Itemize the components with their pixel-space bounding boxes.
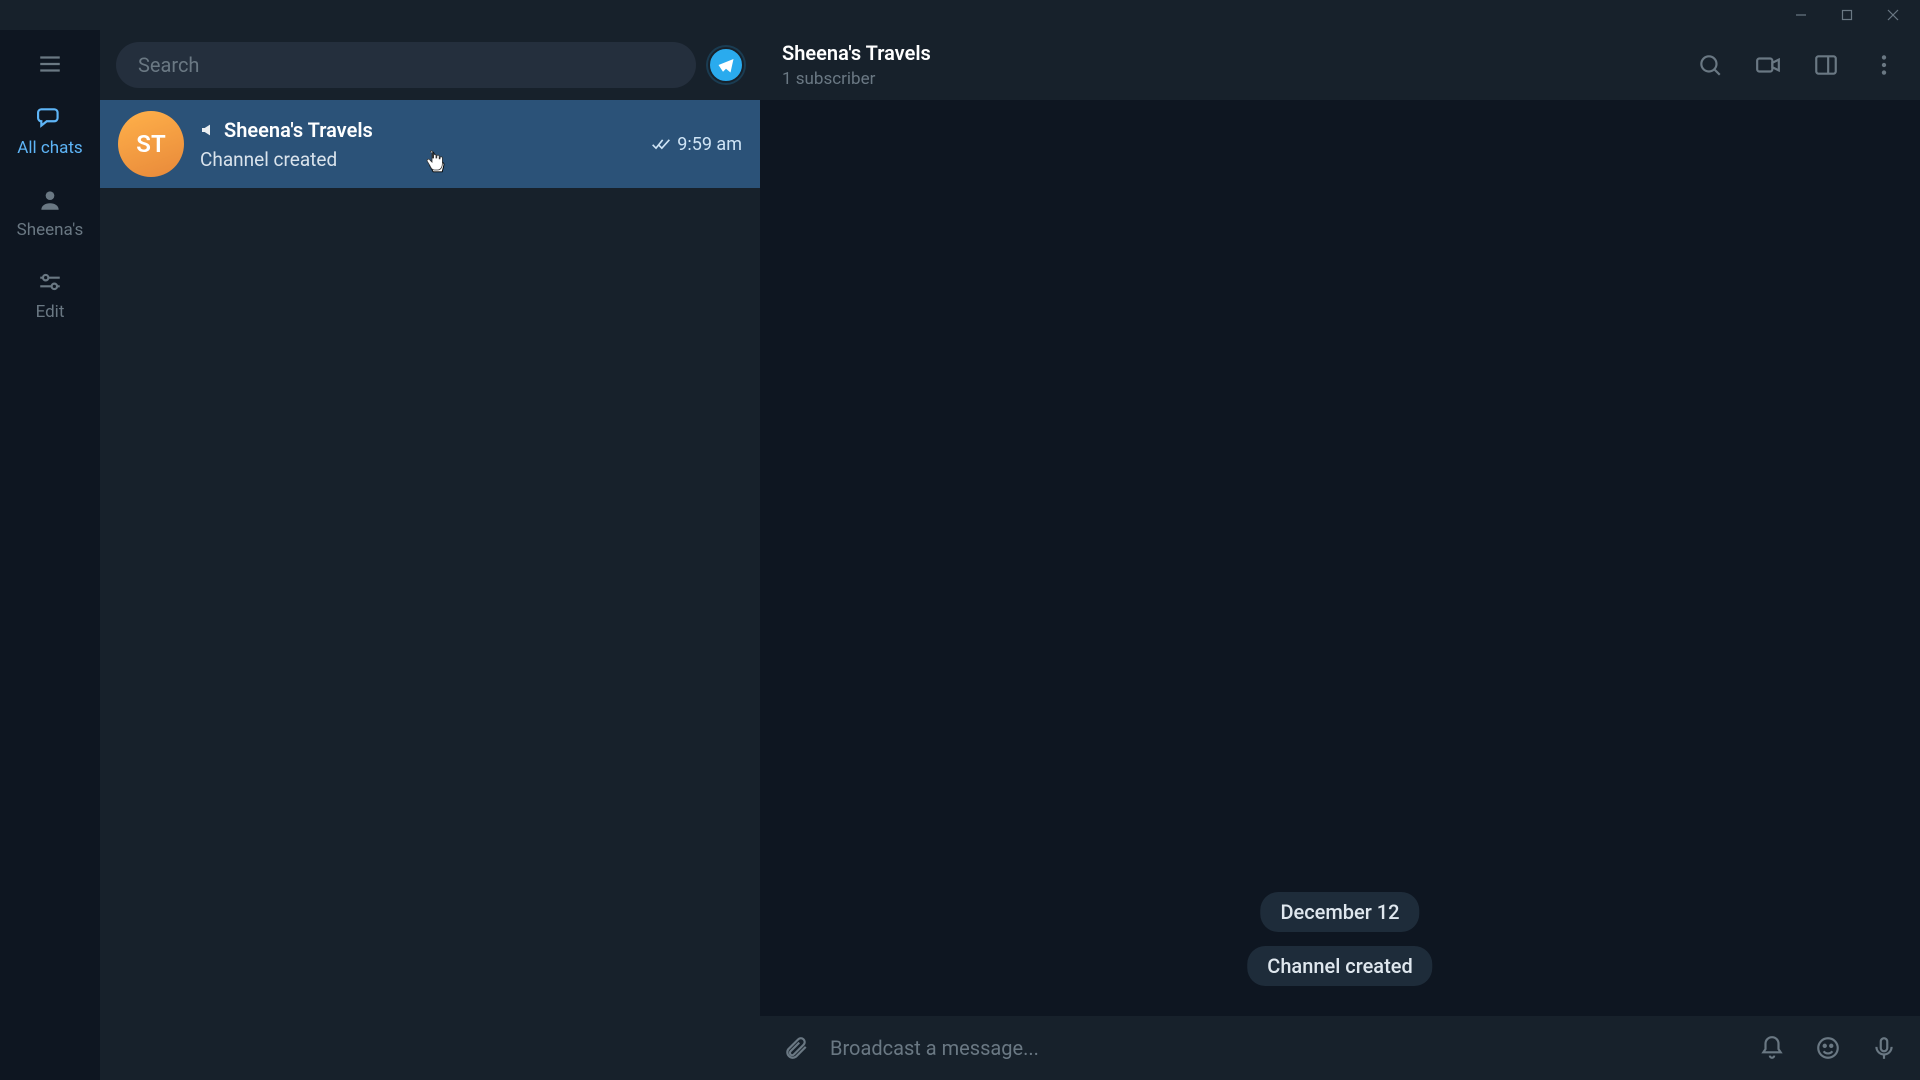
conversation-title: Sheena's Travels xyxy=(782,41,931,65)
folder-sidebar: All chats Sheena's Edit xyxy=(0,30,100,1080)
window-minimize-button[interactable] xyxy=(1778,0,1824,30)
window-titlebar xyxy=(0,0,1920,30)
megaphone-icon xyxy=(200,122,216,138)
system-message-pill: Channel created xyxy=(1247,946,1432,986)
window-maximize-button[interactable] xyxy=(1824,0,1870,30)
window-close-button[interactable] xyxy=(1870,0,1916,30)
search-in-chat-button[interactable] xyxy=(1696,51,1724,79)
side-panel-button[interactable] xyxy=(1812,51,1840,79)
chats-icon xyxy=(36,104,64,132)
system-date-pill: December 12 xyxy=(1260,892,1419,932)
chat-preview: Channel created xyxy=(200,148,635,171)
user-icon xyxy=(36,186,64,214)
conversation-header[interactable]: Sheena's Travels 1 subscriber xyxy=(760,30,1920,100)
conversation-body: December 12 Channel created xyxy=(760,100,1920,1016)
compose-input[interactable] xyxy=(830,1036,1738,1060)
folder-label: Edit xyxy=(36,302,65,322)
folder-sheenas[interactable]: Sheena's xyxy=(0,172,100,254)
double-check-icon xyxy=(651,134,671,154)
search-row xyxy=(100,30,760,100)
menu-button[interactable] xyxy=(0,38,100,90)
folder-label: All chats xyxy=(17,138,82,158)
sliders-icon xyxy=(36,268,64,296)
chat-time: 9:59 am xyxy=(677,134,742,155)
chat-list-panel: ST Sheena's Travels Channel created 9:59… xyxy=(100,30,760,1080)
voice-message-icon[interactable] xyxy=(1870,1034,1898,1062)
chat-list-item[interactable]: ST Sheena's Travels Channel created 9:59… xyxy=(100,100,760,188)
composer xyxy=(760,1016,1920,1080)
folder-all-chats[interactable]: All chats xyxy=(0,90,100,172)
avatar-initials: ST xyxy=(136,130,165,158)
more-options-button[interactable] xyxy=(1870,51,1898,79)
avatar: ST xyxy=(118,111,184,177)
video-chat-button[interactable] xyxy=(1754,51,1782,79)
chat-name: Sheena's Travels xyxy=(224,118,373,142)
emoji-icon[interactable] xyxy=(1814,1034,1842,1062)
telegram-badge-icon[interactable] xyxy=(708,47,744,83)
conversation-panel: Sheena's Travels 1 subscriber xyxy=(760,30,1920,1080)
attach-icon[interactable] xyxy=(782,1034,810,1062)
conversation-subtitle: 1 subscriber xyxy=(782,69,931,89)
notifications-icon[interactable] xyxy=(1758,1034,1786,1062)
search-pill[interactable] xyxy=(116,42,696,88)
search-input[interactable] xyxy=(138,53,674,77)
folder-label: Sheena's xyxy=(17,220,84,240)
folder-edit[interactable]: Edit xyxy=(0,254,100,336)
